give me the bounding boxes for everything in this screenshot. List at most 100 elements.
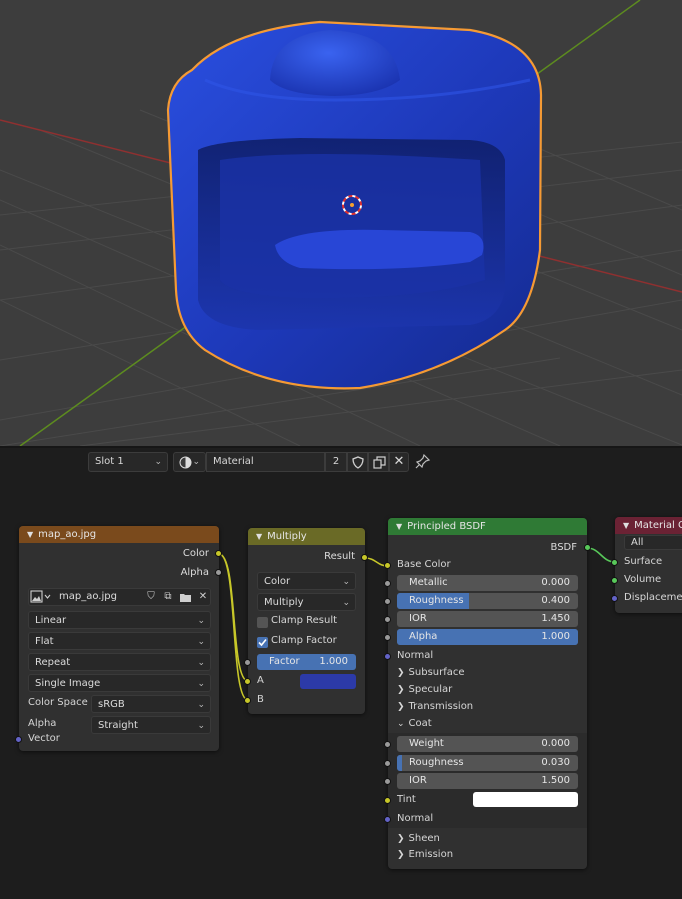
input-base-color-socket[interactable] xyxy=(384,562,391,569)
color-space-value: sRGB xyxy=(98,699,125,710)
input-volume-socket[interactable] xyxy=(611,577,618,584)
alpha-mode-dropdown[interactable]: Straight ⌄ xyxy=(91,716,211,734)
projection-dropdown[interactable]: Flat ⌄ xyxy=(28,632,211,650)
emission-label: Emission xyxy=(408,849,454,860)
data-type-dropdown[interactable]: Color ⌄ xyxy=(257,572,356,590)
open-folder-icon[interactable] xyxy=(179,592,193,604)
coat-ior-field[interactable]: IOR 1.500 xyxy=(397,773,578,789)
fake-user-shield-icon[interactable]: ⛉ xyxy=(143,589,159,607)
sheen-panel[interactable]: ❯ Sheen xyxy=(397,833,440,844)
input-metallic-socket[interactable] xyxy=(384,580,391,587)
ior-field[interactable]: IOR 1.450 xyxy=(397,611,578,627)
source-value: Single Image xyxy=(35,678,101,689)
unlink-material-button[interactable]: ✕ xyxy=(389,452,409,472)
input-coat-weight-socket[interactable] xyxy=(384,741,391,748)
coat-ior-label: IOR xyxy=(409,775,427,786)
color-space-dropdown[interactable]: sRGB ⌄ xyxy=(91,695,211,713)
coat-weight-slider[interactable]: Weight 0.000 xyxy=(397,736,578,752)
specular-panel[interactable]: ❯ Specular xyxy=(397,684,452,695)
output-result-socket[interactable] xyxy=(361,554,368,561)
coat-roughness-slider[interactable]: Roughness 0.030 xyxy=(397,755,578,771)
pin-button[interactable] xyxy=(415,453,433,471)
extension-dropdown[interactable]: Repeat ⌄ xyxy=(28,653,211,671)
duplicate-material-button[interactable] xyxy=(368,452,389,472)
material-sphere-icon xyxy=(179,456,192,469)
shader-editor[interactable]: Slot 1 ⌄ ⌄ Material 2 ✕ ▼ map_ao.jpg Col… xyxy=(0,448,682,899)
emission-panel[interactable]: ❯ Emission xyxy=(397,849,453,860)
input-displacement-socket[interactable] xyxy=(611,595,618,602)
input-factor-socket[interactable] xyxy=(244,659,251,666)
transmission-panel[interactable]: ❯ Transmission xyxy=(397,701,473,712)
alpha-slider[interactable]: Alpha 1.000 xyxy=(397,629,578,645)
chevron-down-icon: ⌄ xyxy=(397,719,405,729)
coat-tint-color-swatch[interactable] xyxy=(473,792,578,807)
node-title: Principled BSDF xyxy=(407,521,486,532)
fake-user-button[interactable] xyxy=(347,452,368,472)
metallic-slider[interactable]: Metallic 0.000 xyxy=(397,575,578,591)
user-count-button[interactable]: 2 xyxy=(325,452,347,472)
data-type-value: Color xyxy=(264,576,291,587)
input-vector-socket[interactable] xyxy=(15,736,22,743)
image-texture-node[interactable]: ▼ map_ao.jpg Color Alpha map_ao.jpg ⛉ ⧉ ✕… xyxy=(15,526,222,751)
output-bsdf-socket[interactable] xyxy=(584,544,591,551)
slot-label: Slot 1 xyxy=(95,456,124,467)
viewport-canvas[interactable] xyxy=(0,0,682,446)
source-dropdown[interactable]: Single Image ⌄ xyxy=(28,674,211,692)
output-color-socket[interactable] xyxy=(215,550,222,557)
interpolation-dropdown[interactable]: Linear ⌄ xyxy=(28,611,211,629)
input-alpha-socket[interactable] xyxy=(384,634,391,641)
input-a-color-swatch[interactable] xyxy=(300,674,356,689)
input-coat-roughness-socket[interactable] xyxy=(384,760,391,767)
node-header[interactable]: ▼ Principled BSDF xyxy=(388,518,587,535)
input-b-socket[interactable] xyxy=(244,697,251,704)
factor-slider[interactable]: Factor 1.000 xyxy=(257,654,356,670)
slot-dropdown[interactable]: Slot 1 ⌄ xyxy=(88,452,168,472)
input-roughness-socket[interactable] xyxy=(384,598,391,605)
roughness-slider[interactable]: Roughness 0.400 xyxy=(397,593,578,609)
user-count: 2 xyxy=(332,456,340,467)
chevron-down-icon: ⌄ xyxy=(154,457,162,467)
collapse-triangle-icon[interactable]: ▼ xyxy=(396,522,402,531)
image-selector[interactable]: map_ao.jpg ⛉ ⧉ ✕ xyxy=(28,588,211,606)
subsurface-panel[interactable]: ❯ Subsurface xyxy=(397,667,465,678)
alpha-mode-value: Straight xyxy=(98,720,138,731)
duplicate-icon[interactable]: ⧉ xyxy=(160,589,176,607)
chevron-down-icon: ⌄ xyxy=(192,457,200,467)
clamp-factor-checkbox[interactable] xyxy=(257,637,268,648)
input-coat-tint-socket[interactable] xyxy=(384,797,391,804)
material-output-node[interactable]: ▼ Material O All Surface Volume Displacem… xyxy=(611,517,682,613)
output-alpha-socket[interactable] xyxy=(215,569,222,576)
image-name[interactable]: map_ao.jpg xyxy=(59,589,117,605)
input-coat-ior-socket[interactable] xyxy=(384,778,391,785)
projection-value: Flat xyxy=(35,636,54,647)
input-normal-socket[interactable] xyxy=(384,653,391,660)
link-color-to-b xyxy=(218,553,249,701)
color-space-label: Color Space xyxy=(28,697,88,708)
input-surface-socket[interactable] xyxy=(611,559,618,566)
node-header[interactable]: ▼ Multiply xyxy=(248,528,365,545)
material-browse-button[interactable]: ⌄ xyxy=(173,452,206,472)
chevron-down-icon: ⌄ xyxy=(197,679,205,689)
principled-bsdf-node[interactable]: ▼ Principled BSDF BSDF Base Color Metalli… xyxy=(384,518,591,869)
ior-value: 1.450 xyxy=(541,613,570,624)
image-browse-icon[interactable] xyxy=(30,590,52,604)
close-icon[interactable]: ✕ xyxy=(195,589,211,607)
mix-multiply-node[interactable]: ▼ Multiply Result Color ⌄ Multiply ⌄ Clamp … xyxy=(244,528,368,714)
input-a-socket[interactable] xyxy=(244,678,251,685)
input-b-label: B xyxy=(257,694,264,705)
node-header[interactable]: ▼ map_ao.jpg xyxy=(19,526,219,543)
collapse-triangle-icon[interactable]: ▼ xyxy=(27,530,33,539)
collapse-triangle-icon[interactable]: ▼ xyxy=(623,521,629,530)
input-ior-socket[interactable] xyxy=(384,616,391,623)
input-coat-normal-socket[interactable] xyxy=(384,816,391,823)
specular-label: Specular xyxy=(408,684,453,695)
node-header[interactable]: ▼ Material O xyxy=(615,517,682,534)
blend-mode-dropdown[interactable]: Multiply ⌄ xyxy=(257,593,356,611)
material-name-field[interactable]: Material xyxy=(206,452,325,472)
target-dropdown[interactable]: All xyxy=(624,535,682,550)
coat-panel[interactable]: ⌄ Coat xyxy=(397,718,432,729)
collapse-triangle-icon[interactable]: ▼ xyxy=(256,532,262,541)
3d-viewport[interactable] xyxy=(0,0,682,446)
chevron-right-icon: ❯ xyxy=(397,685,405,695)
clamp-result-checkbox[interactable] xyxy=(257,617,268,628)
